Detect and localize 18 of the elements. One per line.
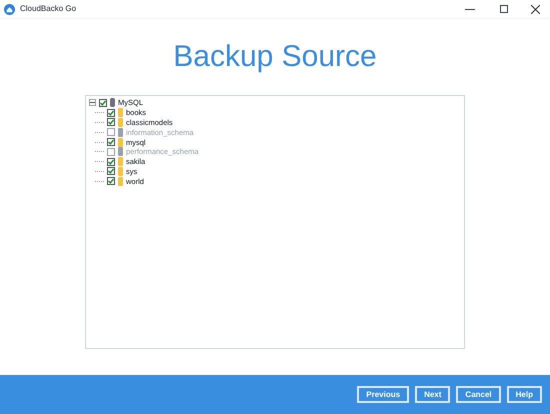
database-icon: [118, 147, 123, 156]
close-icon[interactable]: [531, 4, 540, 14]
checkbox[interactable]: [107, 138, 115, 146]
checkbox[interactable]: [107, 108, 115, 117]
folder-icon: [118, 138, 123, 147]
app-logo-icon: [4, 4, 15, 14]
minimize-icon[interactable]: [465, 8, 475, 10]
window-title: CloudBacko Go: [20, 3, 76, 15]
maximize-icon[interactable]: [500, 5, 508, 13]
database-icon: [118, 128, 123, 137]
checkbox[interactable]: [107, 167, 115, 176]
checkbox[interactable]: [107, 177, 115, 186]
collapse-toggle[interactable]: [89, 99, 96, 106]
checkbox[interactable]: [107, 158, 115, 166]
checkbox[interactable]: [99, 98, 107, 107]
database-icon: [110, 98, 115, 108]
page-heading: Backup Source: [173, 39, 377, 75]
checkbox[interactable]: [107, 118, 115, 126]
